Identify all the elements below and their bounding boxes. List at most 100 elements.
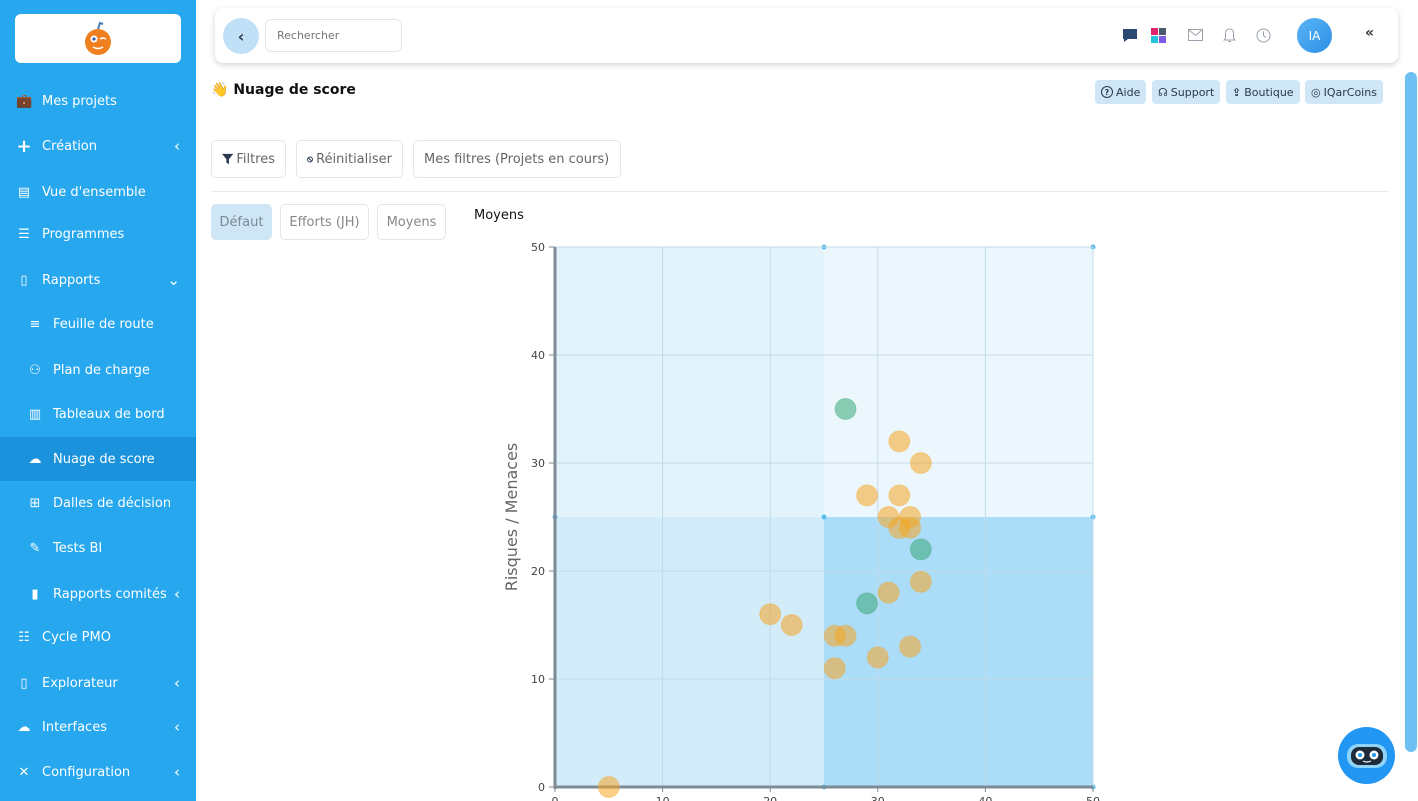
chevron-left-icon: ‹: [174, 674, 180, 692]
users-icon: ⚇: [29, 362, 41, 378]
bell-icon[interactable]: [1219, 25, 1239, 45]
scatter-chart: 0 10 20 30 40 50 0 10 20 30 40 50 Risques / Menaces: [502, 241, 1100, 801]
data-point-orange: [899, 506, 922, 528]
cloud-icon: ☁: [17, 719, 31, 735]
sidebar-item-cycle-pmo[interactable]: ☷ Cycle PMO: [0, 615, 196, 659]
vertical-scrollbar[interactable]: [1405, 72, 1417, 752]
search-input[interactable]: [265, 19, 402, 52]
help-label: Aide: [1116, 85, 1141, 99]
upload-icon: ⇪: [1232, 85, 1242, 99]
quadrant-handle: [1090, 514, 1096, 520]
sidebar-item-label: Programmes: [42, 226, 125, 242]
ban-icon: [307, 156, 313, 162]
bar-chart-icon: ▥: [28, 406, 42, 422]
sidebar-item-explorateur[interactable]: ▯ Explorateur ‹: [0, 661, 196, 705]
iqarcoins-label: IQarCoins: [1323, 85, 1377, 99]
x-tick-label: 10: [656, 795, 670, 801]
chat-icon[interactable]: [1120, 25, 1140, 45]
quadrant-handle: [821, 514, 827, 520]
filter-icon: [222, 153, 234, 164]
collapse-panel-icon[interactable]: «: [1365, 25, 1374, 41]
y-tick-label: 10: [531, 673, 545, 686]
mail-icon[interactable]: [1185, 25, 1205, 45]
divider: [211, 191, 1389, 192]
history-clock-icon[interactable]: [1253, 25, 1273, 45]
x-tick-label: 0: [552, 795, 559, 801]
mode-efforts-button[interactable]: Efforts (JH): [280, 204, 369, 240]
test-tube-icon: ✎: [29, 540, 41, 556]
page-title-text: Nuage de score: [233, 82, 356, 98]
shop-label: Boutique: [1244, 85, 1294, 99]
mode-default-button[interactable]: Défaut: [211, 204, 272, 240]
data-point-orange: [877, 581, 900, 604]
iqarcoins-button[interactable]: ◎ IQarCoins: [1305, 80, 1383, 104]
sidebar-item-tests-bi[interactable]: ✎ Tests BI: [0, 526, 196, 570]
data-point-orange: [909, 570, 932, 593]
sidebar-item-dalles-de-d-cision[interactable]: ⊞ Dalles de décision: [0, 481, 196, 525]
sidebar-item-vue-d-ensemble[interactable]: ▤ Vue d'ensemble: [0, 170, 196, 214]
sidebar-item-label: Explorateur: [42, 675, 118, 691]
sidebar-item-label: Tableaux de bord: [53, 406, 165, 422]
sidebar-item-label: Dalles de décision: [53, 495, 172, 511]
saved-filters-select[interactable]: Mes filtres (Projets en cours): [413, 140, 621, 178]
sidebar-item-cr-ation[interactable]: + Création ‹: [0, 124, 196, 168]
help-button[interactable]: ? Aide: [1095, 80, 1147, 104]
filters-button[interactable]: Filtres: [211, 140, 286, 178]
logo[interactable]: [15, 14, 181, 63]
chevron-left-icon: ‹: [174, 137, 180, 155]
y-tick-label: 30: [531, 457, 545, 470]
sidebar-item-rapports[interactable]: ▯ Rapports ⌄: [0, 258, 196, 302]
chatbot-button[interactable]: [1338, 727, 1395, 784]
data-point-orange: [909, 452, 932, 474]
data-point-green: [856, 592, 879, 615]
saved-filters-text: Mes filtres (Projets en cours): [424, 151, 610, 167]
chevron-left-icon: ‹: [174, 763, 180, 781]
sidebar-item-nuage-de-score[interactable]: ☁ Nuage de score: [0, 437, 196, 481]
shop-button[interactable]: ⇪ Boutique: [1226, 80, 1300, 104]
apps-grid-icon[interactable]: [1148, 25, 1168, 45]
quadrant-handle: [821, 244, 827, 250]
clipboard-icon: ▤: [17, 184, 31, 200]
quadrant-bottom-right: [824, 517, 1093, 787]
sidebar-item-label: Cycle PMO: [42, 629, 111, 645]
quadrant-top-left: [555, 247, 824, 517]
quadrant-handle: [821, 784, 827, 790]
chevron-left-icon: ‹: [174, 585, 180, 603]
quadrant-handle: [552, 514, 558, 520]
sidebar-item-interfaces[interactable]: ☁ Interfaces ‹: [0, 705, 196, 749]
y-tick-label: 40: [531, 349, 545, 362]
data-point-orange: [823, 657, 846, 680]
data-point-orange: [899, 635, 922, 658]
coin-icon: ◎: [1311, 85, 1321, 99]
robot-icon: [1346, 743, 1387, 768]
quadrant-handle: [1090, 784, 1096, 790]
page-title: 👋 Nuage de score: [211, 82, 356, 98]
y-tick-label: 50: [531, 241, 545, 254]
reset-button[interactable]: Réinitialiser: [296, 140, 403, 178]
sidebar-item-label: Mes projets: [42, 93, 117, 109]
sidebar: 💼 Mes projets + Création ‹ ▤ Vue d'ensemble ☰ Pr…: [0, 0, 196, 801]
data-point-orange: [597, 776, 620, 798]
sidebar-item-rapports-comit-s[interactable]: ▮ Rapports comités ‹: [0, 572, 196, 616]
sidebar-item-plan-de-charge[interactable]: ⚇ Plan de charge: [0, 348, 196, 392]
briefcase-icon: 💼: [16, 93, 33, 109]
back-button[interactable]: ‹: [223, 18, 259, 54]
sidebar-item-label: Vue d'ensemble: [42, 184, 146, 200]
data-point-orange: [888, 516, 911, 539]
data-point-orange: [888, 484, 911, 507]
sidebar-item-tableaux-de-bord[interactable]: ▥ Tableaux de bord: [0, 392, 196, 436]
sidebar-item-feuille-de-route[interactable]: ≡ Feuille de route: [0, 302, 196, 346]
sidebar-item-label: Plan de charge: [53, 362, 150, 378]
waving-hand-icon: 👋: [211, 82, 229, 98]
sidebar-item-mes-projets[interactable]: 💼 Mes projets: [0, 79, 196, 123]
tasks-icon: ☷: [18, 629, 30, 645]
y-tick-label: 20: [531, 565, 545, 578]
sidebar-item-programmes[interactable]: ☰ Programmes: [0, 212, 196, 256]
mode-moyens-button[interactable]: Moyens: [377, 204, 446, 240]
data-point-orange: [823, 624, 846, 647]
plus-icon: +: [16, 135, 32, 157]
sidebar-item-configuration[interactable]: ✕ Configuration ‹: [0, 750, 196, 794]
support-button[interactable]: ☊ Support: [1152, 80, 1221, 104]
user-avatar[interactable]: IA: [1297, 18, 1332, 53]
reset-label: Réinitialiser: [316, 151, 392, 167]
